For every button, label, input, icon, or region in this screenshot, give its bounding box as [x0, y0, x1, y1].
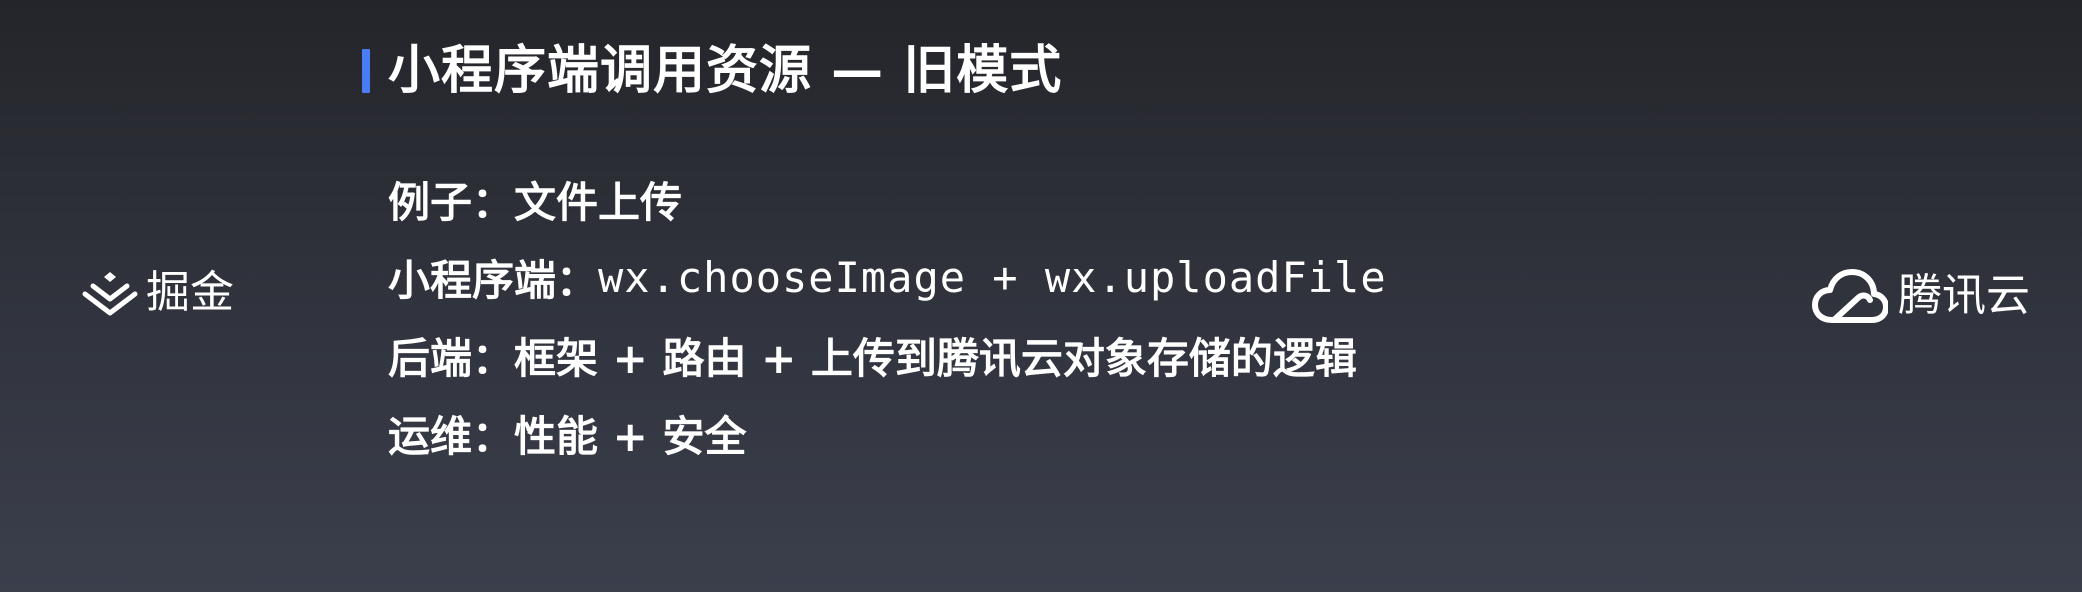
line-label: 后端： — [388, 333, 515, 383]
juejin-logo: 掘金 — [82, 270, 234, 316]
line-value: 文件上传 — [514, 177, 683, 227]
line-value: 性能 + 安全 — [514, 411, 747, 461]
line-label: 小程序端： — [388, 255, 599, 305]
slide-title: 小程序端调用资源 — 旧模式 — [362, 36, 1062, 106]
line-label: 运维： — [388, 411, 515, 461]
line-value: 框架 + 路由 + 上传到腾讯云对象存储的逻辑 — [514, 333, 1357, 383]
tencent-cloud-logo: 腾讯云 — [1812, 268, 2030, 324]
line-backend: 后端： 框架 + 路由 + 上传到腾讯云对象存储的逻辑 — [388, 316, 1387, 394]
juejin-text: 掘金 — [146, 267, 234, 318]
title-accent-bar — [362, 49, 370, 93]
slide-content: 例子： 文件上传 小程序端： wx.chooseImage + wx.uploa… — [388, 160, 1387, 472]
title-text: 小程序端调用资源 — 旧模式 — [388, 41, 1063, 101]
tencent-cloud-text: 腾讯云 — [1898, 270, 2030, 321]
cloud-icon — [1812, 269, 1888, 323]
line-label: 例子： — [388, 177, 515, 227]
line-example: 例子： 文件上传 — [388, 160, 1387, 238]
line-value-code: wx.chooseImage + wx.uploadFile — [598, 252, 1387, 302]
juejin-icon — [82, 272, 138, 316]
line-miniprogram: 小程序端： wx.chooseImage + wx.uploadFile — [388, 238, 1387, 316]
line-ops: 运维： 性能 + 安全 — [388, 394, 1387, 472]
